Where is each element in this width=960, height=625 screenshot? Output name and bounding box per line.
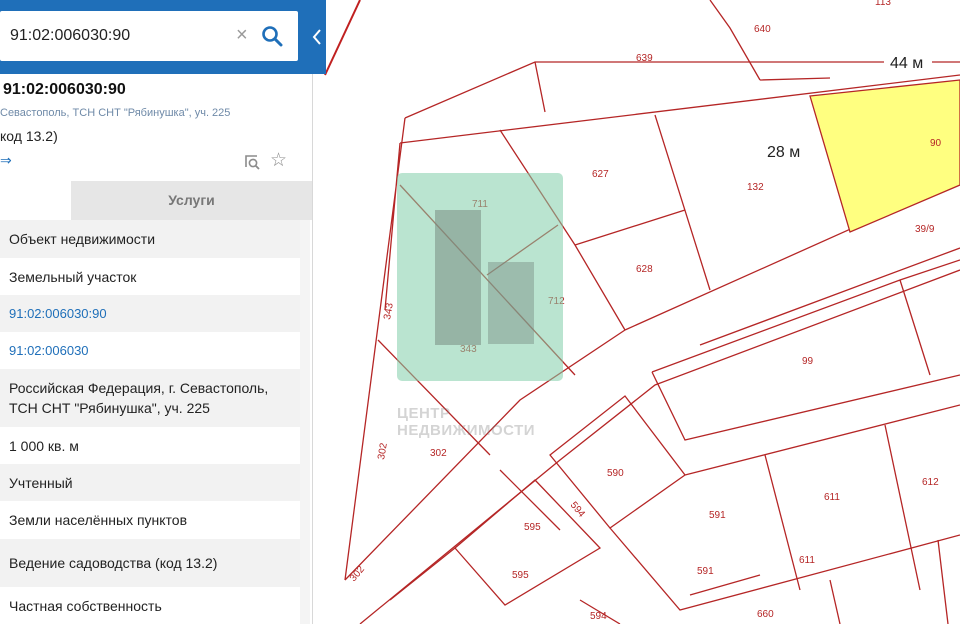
attributes-list: Объект недвижимости Земельный участок 91… — [0, 220, 300, 625]
watermark-caption: ЦЕНТР НЕДВИЖИМОСТИ — [397, 405, 536, 439]
row-permitted-use: Ведение садоводства (код 13.2) — [0, 539, 300, 587]
watermark-letter-r — [435, 210, 481, 345]
row-address: Российская Федерация, г. Севастополь, ТС… — [0, 369, 300, 427]
parcel-boundary — [829, 279, 949, 624]
row-area: 1 000 кв. м — [9, 437, 79, 454]
row-cadastral-number[interactable]: 91:02:006030:90 — [0, 295, 300, 332]
parcel-label: 639 — [636, 53, 653, 64]
tab-info[interactable] — [0, 181, 71, 220]
chevron-left-icon[interactable] — [310, 26, 324, 48]
parcel-label: 640 — [754, 24, 771, 35]
tabs: Услуги — [0, 181, 312, 220]
object-title: 91:02:006030:90 — [3, 81, 126, 98]
row-status: Учтенный — [0, 464, 300, 501]
row-cadastral-quarter[interactable]: 91:02:006030 — [0, 332, 300, 369]
parcel-boundary — [389, 527, 960, 611]
parcel-label: 611 — [799, 555, 815, 566]
parcel-boundary — [344, 117, 406, 581]
road-line — [324, 0, 361, 76]
search-bar: × — [0, 0, 326, 74]
clear-icon[interactable]: × — [236, 23, 248, 47]
parcel-label: 302 — [348, 564, 367, 584]
parcel-boundary — [684, 404, 960, 591]
parcel-label: 628 — [636, 264, 653, 275]
parcel-label: 595 — [524, 522, 541, 533]
parcel-label: 90 — [930, 138, 942, 149]
search-icon[interactable] — [261, 25, 283, 47]
parcel-label: 595 — [512, 570, 529, 581]
dimension-side-label: 28 м — [767, 144, 800, 161]
parcel-label: 343 — [382, 302, 396, 321]
parcel-label: 660 — [757, 609, 774, 620]
tab-services[interactable]: Услуги — [71, 181, 312, 220]
search-box: × — [0, 11, 298, 61]
parcel-label: 590 — [607, 468, 624, 479]
arrow-right-icon[interactable]: ⇒ — [0, 152, 12, 169]
parcel-label: 302 — [376, 442, 390, 461]
row-object-type: Объект недвижимости — [0, 220, 300, 258]
scrollbar[interactable] — [300, 220, 310, 624]
parcel-label: 39/9 — [915, 224, 935, 235]
parcel-boundary — [534, 0, 831, 113]
selected-parcel — [809, 79, 960, 233]
parcel-label: 132 — [747, 182, 764, 193]
parcel-label: 591 — [709, 510, 726, 521]
watermark-letter-k — [488, 262, 534, 344]
row-ownership: Частная собственность — [9, 598, 162, 614]
object-address: Севастополь, ТСН СНТ "Рябинушка", уч. 22… — [0, 107, 231, 119]
parcel-label: 591 — [697, 566, 714, 577]
dimension-top-label: 44 м — [890, 55, 923, 72]
parcel-label: 99 — [802, 356, 814, 367]
parcel-label: 627 — [592, 169, 609, 180]
row-category: Земли населённых пунктов — [9, 512, 188, 528]
star-icon[interactable]: ☆ — [270, 151, 287, 171]
parcel-boundary — [454, 479, 602, 606]
search-input[interactable] — [10, 24, 230, 48]
object-usage: код 13.2) — [0, 128, 58, 144]
info-panel: × 91:02:006030:90 Севастополь, ТСН СНТ "… — [0, 0, 326, 625]
parcel-label: 612 — [922, 477, 939, 488]
parcel-label: 113 — [875, 0, 891, 8]
parcel-label: 302 — [430, 448, 447, 459]
parcel-boundary — [499, 469, 761, 624]
parcel-label: 594 — [590, 611, 607, 622]
parcel-label: 611 — [824, 492, 840, 503]
zoom-to-object-icon[interactable] — [243, 153, 261, 171]
row-kind: Земельный участок — [9, 268, 137, 285]
